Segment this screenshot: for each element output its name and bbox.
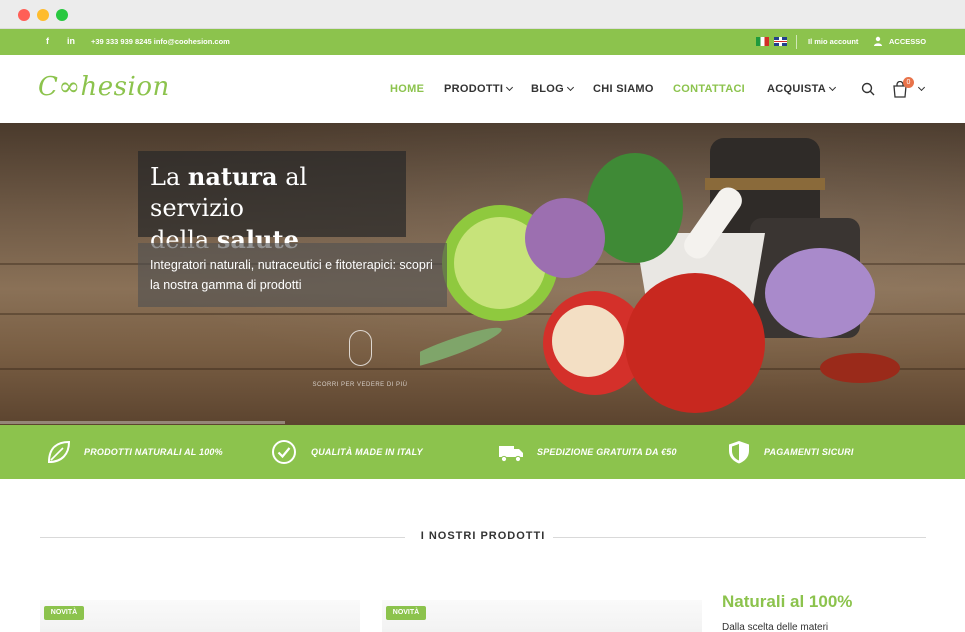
window-titlebar [0, 0, 965, 29]
new-badge: NOVITÀ [44, 606, 84, 620]
hero-subtitle: Integratori naturali, nutraceutici e fit… [150, 258, 433, 292]
logo[interactable]: C∞hesion [38, 72, 170, 102]
facebook-icon[interactable]: f [46, 36, 49, 46]
product-card[interactable] [382, 600, 702, 632]
nav-contattaci[interactable]: CONTATTACI [673, 83, 745, 95]
side-text: Dalla scelta delle materi [722, 622, 829, 632]
login-link[interactable]: ACCESSO [889, 37, 926, 46]
check-circle-icon [272, 440, 296, 464]
hero-title-box: La natura al servizio della salute [138, 151, 406, 254]
section-divider [40, 537, 405, 538]
divider [796, 35, 797, 49]
user-icon[interactable] [873, 36, 883, 46]
nav-chi-siamo[interactable]: CHI SIAMO [593, 83, 654, 95]
minimize-window-button[interactable] [37, 9, 49, 21]
contact-info[interactable]: +39 333 939 8245 info@coohesion.com [91, 37, 230, 46]
hero-botanical-image [420, 138, 900, 413]
english-flag-icon[interactable] [774, 37, 787, 46]
search-icon[interactable] [861, 82, 875, 96]
nav-acquista[interactable]: ACQUISTA [767, 83, 837, 95]
section-divider [553, 537, 926, 538]
truck-icon [499, 446, 523, 463]
hero-title: La natura al servizio della salute [150, 161, 406, 256]
feature-label: SPEDIZIONE GRATUITA DA €50 [537, 447, 677, 457]
cart-count-badge: 0 [903, 77, 914, 88]
hero-subtitle-box: Integratori naturali, nutraceutici e fit… [138, 243, 447, 307]
nav-prodotti[interactable]: PRODOTTI [444, 83, 514, 95]
hero-banner: La natura al servizio della salute Integ… [0, 123, 965, 425]
my-account-link[interactable]: Il mio account [808, 37, 858, 46]
chevron-down-icon [828, 83, 837, 92]
hero-title-part: La [150, 163, 188, 191]
side-title: Naturali al 100% [722, 592, 853, 611]
nav-prodotti-label: PRODOTTI [444, 83, 504, 95]
chevron-down-icon[interactable] [917, 83, 926, 92]
feature-label: PRODOTTI NATURALI AL 100% [84, 447, 223, 457]
shield-icon [729, 441, 749, 464]
chevron-down-icon [566, 83, 575, 92]
leaf-icon [47, 440, 71, 464]
section-title: I NOSTRI PRODOTTI [420, 530, 546, 542]
linkedin-icon[interactable]: in [67, 36, 75, 46]
nav-blog[interactable]: BLOG [531, 83, 575, 95]
slider-progress-bar [0, 421, 285, 424]
chevron-down-icon [506, 83, 514, 92]
site-header: C∞hesion HOME PRODOTTI BLOG CHI SIAMO CO… [0, 55, 965, 123]
hero-title-bold: natura [187, 162, 278, 191]
features-band: PRODOTTI NATURALI AL 100% QUALITÀ MADE I… [0, 425, 965, 479]
nav-acquista-label: ACQUISTA [767, 83, 827, 95]
top-bar: f in +39 333 939 8245 info@coohesion.com… [0, 29, 965, 55]
italian-flag-icon[interactable] [756, 37, 769, 46]
maximize-window-button[interactable] [56, 9, 68, 21]
scroll-mouse-icon[interactable] [349, 330, 372, 366]
close-window-button[interactable] [18, 9, 30, 21]
nav-blog-label: BLOG [531, 83, 564, 95]
feature-label: PAGAMENTI SICURI [764, 447, 854, 457]
new-badge: NOVITÀ [386, 606, 426, 620]
nav-home[interactable]: HOME [390, 83, 424, 95]
scroll-hint: SCORRI PER VEDERE DI PIÙ [312, 382, 408, 388]
feature-label: QUALITÀ MADE IN ITALY [311, 447, 423, 457]
product-card[interactable] [40, 600, 360, 632]
